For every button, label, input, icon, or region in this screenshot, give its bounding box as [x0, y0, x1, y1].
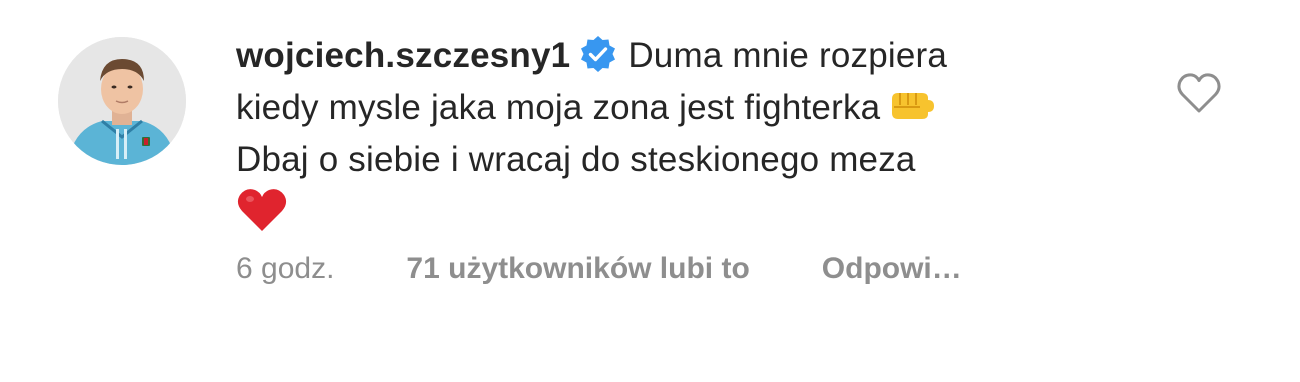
comment: wojciech.szczesny1 Duma mnie rozpiera ki… [0, 0, 1300, 382]
reply-button[interactable]: Odpowi… [822, 252, 962, 286]
verified-badge-icon [581, 36, 616, 72]
likes-count-link[interactable]: 71 użytkowników lubi to [406, 252, 749, 286]
comment-text: wojciech.szczesny1 Duma mnie rozpiera ki… [236, 30, 1136, 238]
red-heart-emoji-icon [237, 189, 287, 231]
avatar[interactable] [58, 37, 186, 165]
username-link[interactable]: wojciech.szczesny1 [236, 36, 570, 75]
comment-meta: 6 godz. 71 użytkowników lubi to Odpowi… [236, 252, 962, 286]
comment-line-3: Dbaj o siebie i wracaj do steskionego me… [236, 140, 916, 179]
fist-emoji-icon [892, 93, 935, 119]
comment-timestamp: 6 godz. [236, 252, 335, 285]
avatar-image [58, 37, 186, 165]
comment-line-1: Duma mnie rozpiera [628, 36, 948, 75]
comment-body: wojciech.szczesny1 Duma mnie rozpiera ki… [236, 30, 1136, 238]
comment-line-2: kiedy mysle jaka moja zona jest fighterk… [236, 88, 881, 127]
heart-outline-icon[interactable] [1176, 72, 1222, 114]
